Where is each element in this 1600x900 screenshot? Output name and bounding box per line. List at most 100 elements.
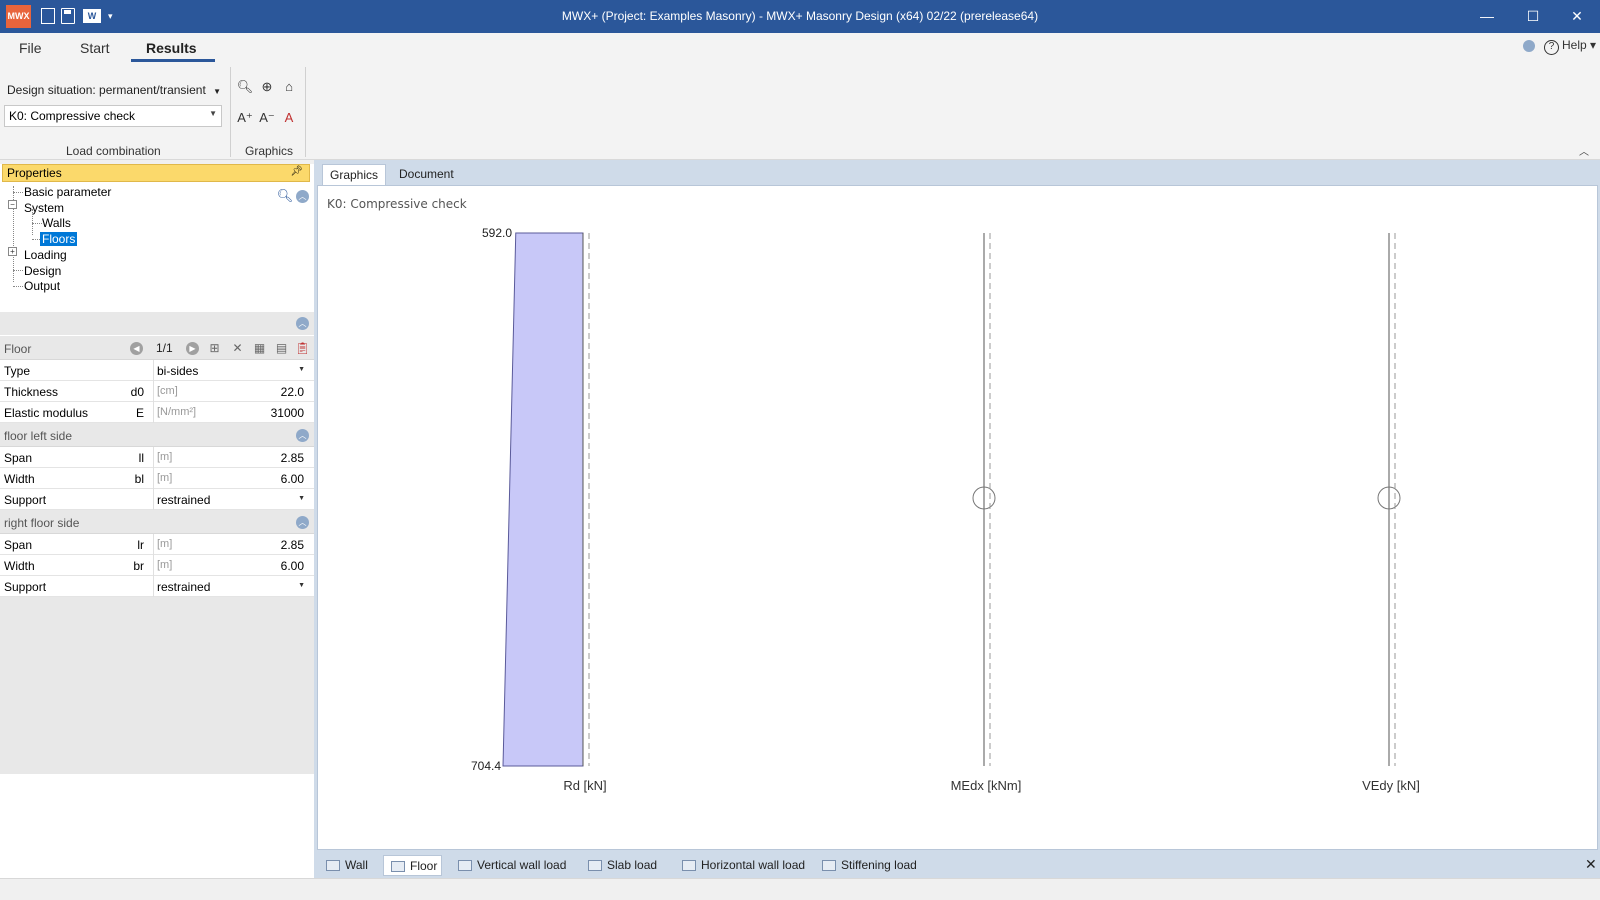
span-left-symbol: ll xyxy=(138,451,144,465)
font-settings-icon[interactable]: A xyxy=(280,109,298,127)
thickness-unit: [cm] xyxy=(157,385,178,397)
font-decrease-icon[interactable]: A⁻ xyxy=(258,109,276,127)
tree-item-floors[interactable]: Floors xyxy=(40,232,78,246)
collapse-up-icon[interactable]: ︿ xyxy=(296,190,309,203)
result-diagrams: 592.0 704.4 Rd [kN] MEdx [kNm] VEdy [kN] xyxy=(471,226,1420,793)
chevron-down-icon[interactable]: ▼ xyxy=(298,495,305,502)
pin-icon[interactable]: 📌︎ xyxy=(290,166,303,177)
row-width-left[interactable]: Width bl [m] 6.00 xyxy=(0,468,314,489)
tree-item-walls[interactable]: Walls xyxy=(42,216,71,230)
span-right-unit: [m] xyxy=(157,538,173,550)
previous-icon[interactable]: ◀ xyxy=(130,342,143,355)
elastic-value[interactable]: 31000 xyxy=(271,406,304,420)
bottom-tab-label: Vertical wall load xyxy=(477,858,567,872)
support-right-value: restrained xyxy=(157,580,211,594)
width-right-value[interactable]: 6.00 xyxy=(281,559,304,573)
cell-divider xyxy=(153,360,154,381)
tree-item-output[interactable]: Output xyxy=(24,279,60,293)
elastic-symbol: E xyxy=(135,406,144,420)
row-support-right[interactable]: Support restrained ▼ xyxy=(0,576,314,597)
bottom-tab-vertical-wall-load[interactable]: Vertical wall load xyxy=(451,855,570,876)
cell-divider xyxy=(153,534,154,555)
font-increase-icon[interactable]: A⁺ xyxy=(236,109,254,127)
group-label-graphics: Graphics xyxy=(245,144,294,158)
chevron-down-icon: ▼ xyxy=(213,87,222,96)
close-window-button[interactable]: ✕ xyxy=(1554,0,1600,33)
table-edit-icon[interactable]: ▤ xyxy=(274,341,289,356)
zoom-extents-icon[interactable]: ⊕ xyxy=(258,78,276,96)
width-left-value[interactable]: 6.00 xyxy=(281,472,304,486)
cell-divider xyxy=(153,402,154,423)
cell-divider xyxy=(153,489,154,510)
collapse-up-icon[interactable]: ︿ xyxy=(296,429,309,442)
span-right-symbol: lr xyxy=(137,538,144,552)
close-icon[interactable]: ✕ xyxy=(1585,856,1597,873)
collapse-up-icon[interactable] xyxy=(1523,40,1535,52)
collapse-icon[interactable]: − xyxy=(8,200,17,209)
tab-graphics[interactable]: Graphics xyxy=(322,164,387,185)
tree-item-basic-parameter[interactable]: Basic parameter xyxy=(24,185,111,199)
help-menu[interactable]: ? Help ▾ xyxy=(1544,38,1596,55)
delete-icon[interactable]: ✕ xyxy=(230,341,245,356)
design-situation-label: Design situation: permanent/transient xyxy=(7,83,206,97)
row-span-right[interactable]: Span lr [m] 2.85 xyxy=(0,534,314,555)
zoom-icon[interactable]: 🔍︎ xyxy=(236,78,254,96)
row-elastic-modulus[interactable]: Elastic modulus E [N/mm²] 31000 xyxy=(0,402,314,423)
bottom-tab-wall[interactable]: Wall xyxy=(319,855,372,876)
collapse-up-icon[interactable]: ︿ xyxy=(296,516,309,529)
search-icon[interactable]: 🔍︎ xyxy=(276,187,294,205)
chevron-down-icon[interactable]: ▼ xyxy=(298,366,305,373)
active-tab-indicator xyxy=(131,59,215,62)
bottom-tab-slab-load[interactable]: Slab load xyxy=(581,855,661,876)
help-icon: ? xyxy=(1544,40,1559,55)
help-label: Help xyxy=(1562,38,1587,52)
tab-results[interactable]: Results xyxy=(146,40,197,56)
section-label: right floor side xyxy=(4,516,80,530)
rd-top-label: 592.0 xyxy=(482,226,512,240)
minimize-button[interactable]: — xyxy=(1464,0,1510,33)
bottom-tab-label: Stiffening load xyxy=(841,858,917,872)
add-floor-icon[interactable]: ⊞ xyxy=(207,341,222,356)
grid-icon xyxy=(326,860,340,871)
row-type[interactable]: Type bi-sides ▼ xyxy=(0,360,314,381)
load-combination-select[interactable]: K0: Compressive check ▼ xyxy=(4,105,222,127)
tree-item-loading[interactable]: Loading xyxy=(24,248,67,262)
bottom-tab-stiffening-load[interactable]: Stiffening load xyxy=(815,855,921,876)
row-support-left[interactable]: Support restrained ▼ xyxy=(0,489,314,510)
expand-icon[interactable]: + xyxy=(8,247,17,256)
span-right-value[interactable]: 2.85 xyxy=(281,538,304,552)
floor-label: Floor xyxy=(4,342,32,356)
bottom-tab-horizontal-wall-load[interactable]: Horizontal wall load xyxy=(675,855,809,876)
tree-item-system[interactable]: System xyxy=(24,201,64,215)
row-thickness[interactable]: Thickness d0 [cm] 22.0 xyxy=(0,381,314,402)
tab-document[interactable]: Document xyxy=(392,164,461,185)
clipboard-icon[interactable]: 📋︎ xyxy=(295,341,310,356)
span-left-value[interactable]: 2.85 xyxy=(281,451,304,465)
width-left-unit: [m] xyxy=(157,472,173,484)
table-icon[interactable]: ▦ xyxy=(252,341,267,356)
row-thickness-label: Thickness xyxy=(4,385,59,399)
tree-item-design[interactable]: Design xyxy=(24,264,61,278)
collapse-ribbon-icon[interactable]: ︿ xyxy=(1579,143,1589,158)
span-left-unit: [m] xyxy=(157,451,173,463)
tab-start[interactable]: Start xyxy=(80,40,110,56)
collapse-up-icon[interactable]: ︿ xyxy=(296,317,309,330)
grid-icon xyxy=(588,860,602,871)
type-select-value: bi-sides xyxy=(157,364,199,378)
thickness-value[interactable]: 22.0 xyxy=(281,385,304,399)
bottom-tab-label: Horizontal wall load xyxy=(701,858,806,872)
ribbon-tabs: File Start Results ? Help ▾ xyxy=(0,33,1600,63)
maximize-button[interactable]: ☐ xyxy=(1510,0,1556,33)
bottom-tab-floor[interactable]: Floor xyxy=(383,855,443,876)
diagram-label: Rd [kN] xyxy=(563,778,606,793)
properties-header: Properties 📌︎ xyxy=(2,164,310,182)
cell-divider xyxy=(153,381,154,402)
row-span-left[interactable]: Span ll [m] 2.85 xyxy=(0,447,314,468)
section-label: floor left side xyxy=(4,429,73,443)
chevron-down-icon[interactable]: ▼ xyxy=(298,582,305,589)
row-width-right[interactable]: Width br [m] 6.00 xyxy=(0,555,314,576)
design-situation-dropdown[interactable]: Design situation: permanent/transient ▼ xyxy=(7,83,221,97)
next-icon[interactable]: ▶ xyxy=(186,342,199,355)
tab-file[interactable]: File xyxy=(19,40,42,56)
home-icon[interactable]: ⌂ xyxy=(280,78,298,96)
